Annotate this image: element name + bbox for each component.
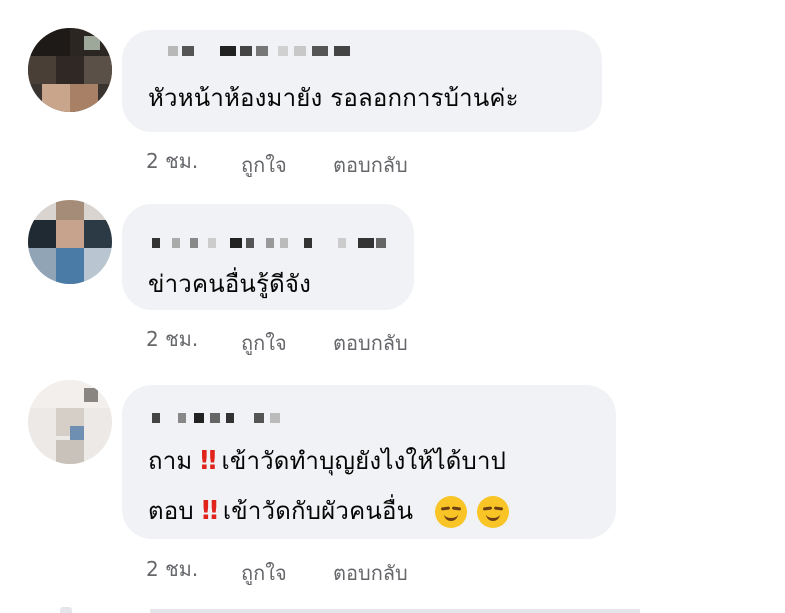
reply-button[interactable]: ตอบกลับ [333,557,408,589]
avatar-pixel [28,248,56,284]
double-exclamation-icon: ‼ [200,446,216,476]
question-text: เข้าวัดทำบุญยังไงให้ได้บาป [221,447,507,475]
avatar-pixel [42,84,70,112]
comment-time[interactable]: 2 ชม. [146,145,198,177]
avatar-pixel [28,28,70,56]
double-exclamation-icon: ‼ [201,496,218,526]
answer-label: ตอบ [148,497,194,525]
next-comment-edge [150,609,640,613]
smirking-face-emoji-icon [435,496,468,528]
comment-text: หัวหน้าห้องมายัง รอลอกการบ้านค่ะ [148,84,519,112]
commenter-name-blurred[interactable] [148,238,398,252]
reply-button[interactable]: ตอบกลับ [333,149,408,181]
avatar[interactable] [28,380,112,464]
comment-text-line-2: ตอบ ‼ เข้าวัดกับผัวคนอื่น [148,491,509,531]
comment-text: ข่าวคนอื่นรู้ดีจัง [148,270,312,298]
avatar[interactable] [28,200,112,284]
answer-text: เข้าวัดกับผัวคนอื่น [222,497,414,525]
like-button[interactable]: ถูกใจ [241,149,287,181]
avatar-pixel [56,248,84,284]
like-button[interactable]: ถูกใจ [241,327,287,359]
avatar-pixel [28,220,56,248]
comment-time[interactable]: 2 ชม. [146,323,198,355]
comment-bubble: หัวหน้าห้องมายัง รอลอกการบ้านค่ะ [122,30,602,132]
avatar-pixel [28,380,112,408]
avatar-pixel [56,220,84,248]
reply-button[interactable]: ตอบกลับ [333,327,408,359]
like-button[interactable]: ถูกใจ [241,557,287,589]
avatar-pixel [56,200,84,220]
avatar-pixel [70,426,84,440]
comment-time[interactable]: 2 ชม. [146,553,198,585]
avatar-pixel [84,248,112,284]
question-label: ถาม [148,447,193,475]
avatar-pixel [84,56,112,84]
avatar-pixel [56,56,84,84]
commenter-name-blurred[interactable] [148,46,350,60]
smirking-face-emoji-icon [476,496,509,528]
comment-bubble: ถาม ‼ เข้าวัดทำบุญยังไงให้ได้บาป ตอบ ‼ เ… [122,385,616,539]
avatar[interactable] [28,28,112,112]
avatar-pixel [84,388,98,402]
comment-bubble: ข่าวคนอื่นรู้ดีจัง [122,204,414,310]
comment-text-line-1: ถาม ‼ เข้าวัดทำบุญยังไงให้ได้บาป [148,441,506,481]
commenter-name-blurred[interactable] [148,413,298,427]
avatar-pixel [84,36,100,50]
avatar-pixel [70,84,98,112]
next-avatar-edge [60,607,72,613]
avatar-pixel [84,220,112,248]
avatar-pixel [28,56,56,84]
avatar-pixel [56,440,84,464]
